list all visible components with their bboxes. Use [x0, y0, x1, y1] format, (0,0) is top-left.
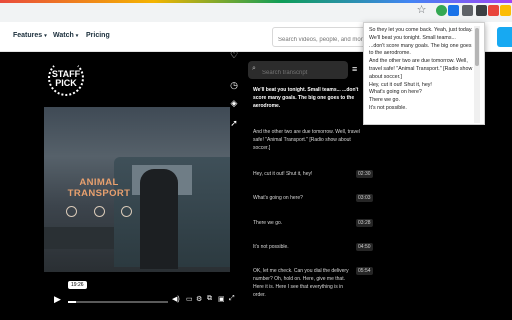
- player-controls: ▶ 19:26 ◀) ▭ ⚙ ⧉ ▣ ⤢: [44, 281, 254, 311]
- extension-popup: So they let you come back. Yeah, just to…: [363, 22, 485, 125]
- staff-pick-badge: STAFF PICK: [46, 58, 86, 100]
- nav-pricing[interactable]: Pricing: [86, 32, 110, 39]
- extension-icon-red[interactable]: [488, 5, 499, 16]
- progress-fill: [68, 301, 76, 303]
- extension-icon-gray[interactable]: [462, 5, 473, 16]
- transcript-cue[interactable]: Hey, cut it out! Shut it, hey!: [253, 170, 365, 178]
- popup-scroll-thumb[interactable]: [475, 28, 479, 66]
- volume-icon[interactable]: ◀): [172, 295, 180, 303]
- transcript-cue[interactable]: What's going on here?: [253, 194, 365, 202]
- cue-timestamp[interactable]: 03:28: [356, 219, 373, 227]
- nav-cta-button[interactable]: [497, 27, 512, 47]
- color-stripe: [0, 0, 512, 3]
- laurel-icon: [121, 206, 132, 217]
- transcript-search[interactable]: ⌕: [248, 61, 348, 82]
- heart-icon[interactable]: ♡: [229, 50, 239, 60]
- transcript-cue[interactable]: We'll beat you tonight. Small teams... .…: [253, 86, 365, 110]
- laurel-icon: [66, 206, 77, 217]
- pip-icon[interactable]: ⧉: [207, 295, 212, 303]
- film-title: ANIMAL TRANSPORT: [67, 177, 131, 199]
- theater-icon[interactable]: ▣: [218, 295, 225, 303]
- laurel-icon: [93, 206, 105, 217]
- search-icon: ⌕: [252, 65, 256, 72]
- site-search[interactable]: [272, 27, 368, 49]
- transcript-menu-icon[interactable]: ≡: [352, 64, 357, 74]
- person-silhouette: [140, 169, 178, 269]
- chevron-down-icon: ▾: [75, 33, 79, 39]
- extension-icon-green[interactable]: [436, 5, 447, 16]
- extension-icon-yellow[interactable]: [500, 5, 511, 16]
- clock-icon[interactable]: ◷: [229, 80, 239, 90]
- transcript-cue[interactable]: OK, let me check. Can you dial the deliv…: [253, 267, 353, 299]
- extension-icon-transcript[interactable]: [476, 5, 487, 16]
- site-search-input[interactable]: [273, 31, 367, 49]
- transcript-cue[interactable]: And the other two are due tomorrow. Well…: [253, 128, 365, 152]
- video-player[interactable]: ANIMAL TRANSPORT: [44, 107, 230, 272]
- browser-toolbar: ☆: [0, 0, 512, 22]
- transcript-cue[interactable]: It's not possible.: [253, 243, 365, 251]
- chevron-down-icon: ▾: [44, 33, 47, 39]
- nav-features[interactable]: Features ▾: [13, 32, 47, 39]
- settings-icon[interactable]: ⚙: [196, 295, 202, 303]
- cue-timestamp[interactable]: 03:03: [356, 194, 373, 202]
- progress-bar[interactable]: [68, 301, 168, 303]
- truck-bumper: [44, 227, 124, 249]
- transcript-cue[interactable]: There we go.: [253, 219, 365, 227]
- fullscreen-icon[interactable]: ⤢: [229, 295, 235, 303]
- extension-icon-blue[interactable]: [448, 5, 459, 16]
- layers-icon[interactable]: ◈: [229, 98, 239, 108]
- transcript-panel: ⌕ ≡ We'll beat you tonight. Small teams.…: [248, 50, 373, 320]
- timestamp-badge: 19:26: [68, 281, 87, 289]
- nav-watch[interactable]: Watch ▾: [53, 32, 78, 39]
- popup-scrollbar[interactable]: [474, 26, 480, 123]
- festival-laurels: [66, 206, 132, 217]
- cc-icon[interactable]: ▭: [186, 295, 193, 303]
- play-icon[interactable]: ▶: [54, 294, 61, 305]
- cue-timestamp[interactable]: 05:54: [356, 267, 373, 275]
- cue-timestamp[interactable]: 02:30: [356, 170, 373, 178]
- transcript-search-input[interactable]: [248, 64, 348, 82]
- popup-transcript-text[interactable]: So they let you come back. Yeah, just to…: [369, 27, 473, 123]
- share-icon[interactable]: ➚: [229, 118, 239, 128]
- cue-timestamp[interactable]: 04:50: [356, 243, 373, 251]
- bookmark-star-icon[interactable]: ☆: [416, 5, 427, 16]
